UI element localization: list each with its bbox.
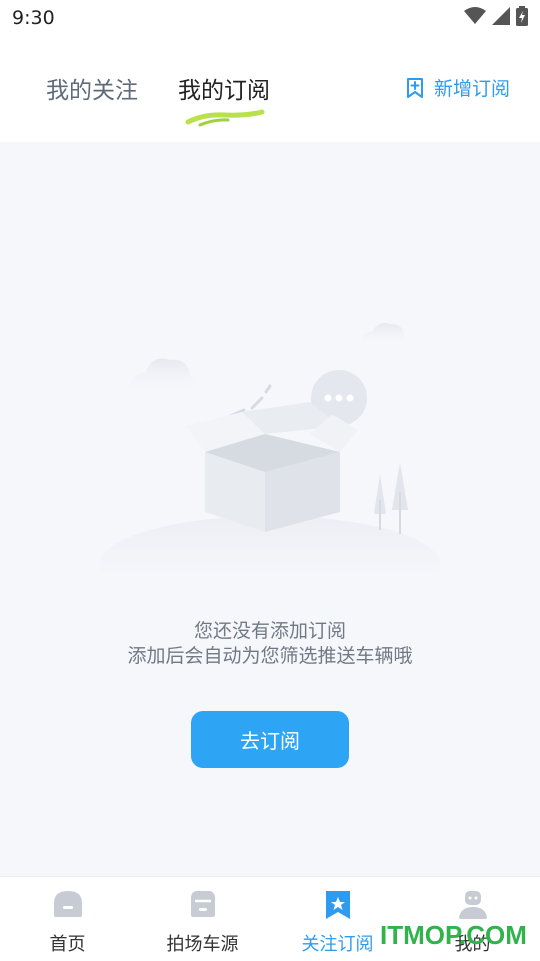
add-subscription-label: 新增订阅 <box>433 78 510 100</box>
nav-item-auction-cars[interactable]: 拍场车源 <box>135 877 270 961</box>
header: 我的关注 我的订阅 新增订阅 <box>0 36 540 142</box>
nav-label-home: 首页 <box>49 934 86 955</box>
add-bookmark-icon <box>406 77 423 98</box>
tab-active-indicator <box>185 109 265 127</box>
tab-my-subscription[interactable]: 我的订阅 <box>178 76 270 106</box>
nav-label-auction-cars: 拍场车源 <box>166 934 239 955</box>
add-subscription-button[interactable]: 新增订阅 <box>406 74 510 101</box>
go-subscribe-button[interactable]: 去订阅 <box>191 711 349 768</box>
main-content: 您还没有添加订阅 添加后会自动为您筛选推送车辆哦 去订阅 <box>0 142 540 876</box>
empty-box-illustration <box>100 323 440 572</box>
empty-message-subtitle: 添加后会自动为您筛选推送车辆哦 <box>127 645 413 667</box>
nav-item-home[interactable]: 首页 <box>0 877 135 961</box>
home-icon <box>53 891 82 917</box>
status-icons <box>464 6 528 26</box>
profile-icon <box>458 891 487 919</box>
status-bar: 9:30 <box>0 0 540 36</box>
tab-my-follow[interactable]: 我的关注 <box>46 76 138 106</box>
bookmark-star-icon <box>325 891 350 919</box>
watermark-text: ITMOP.COM <box>380 920 527 950</box>
empty-message-title: 您还没有添加订阅 <box>193 620 346 642</box>
wifi-icon <box>464 7 486 24</box>
signal-icon <box>492 7 510 25</box>
battery-icon <box>516 6 528 26</box>
car-icon <box>190 891 215 917</box>
status-time: 9:30 <box>12 7 55 29</box>
